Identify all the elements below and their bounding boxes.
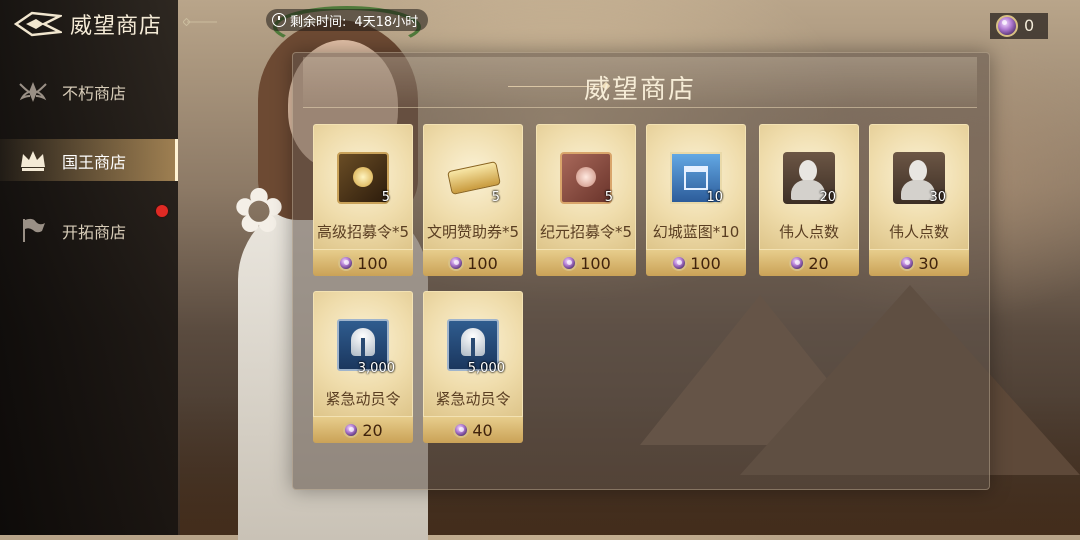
prestige-coin-icon [338,255,355,271]
price-button[interactable]: 30 [869,250,969,276]
prestige-coin-icon [899,255,916,271]
shop-item-card[interactable]: 30 伟人点数 30 [869,124,969,276]
price-button[interactable]: 100 [536,250,636,276]
item-quantity: 20 [819,190,836,205]
price-button[interactable]: 100 [313,250,413,276]
item-name: 纪元招募令*5 [539,223,633,241]
shop-panel: 威望商店 5 高级招募令*5 100 5 文明赞助券*5 100 5 纪元招募令… [292,52,990,490]
back-icon[interactable] [14,10,62,38]
price-value: 100 [580,253,611,273]
timer-value: 4天18小时 [354,14,419,30]
timer-label: 剩余时间: [290,14,347,30]
price-value: 100 [690,253,721,273]
sidebar: 威望商店 不朽商店 国王商店 开拓商店 [0,0,178,535]
price-button[interactable]: 20 [313,417,413,443]
item-quantity: 3,000 [357,361,395,376]
price-value: 20 [362,420,383,440]
item-name: 紧急动员令 [325,390,401,408]
clock-icon [272,13,286,27]
price-value: 30 [918,253,939,273]
sidebar-item-label: 不朽商店 [62,84,127,103]
white-flower: ✿ [233,174,285,247]
item-quantity: 5 [604,190,613,205]
item-name: 高级招募令*5 [316,223,410,241]
item-name: 紧急动员令 [435,390,511,408]
price-value: 20 [808,253,829,273]
price-button[interactable]: 20 [759,250,859,276]
shop-item-card[interactable]: 5 文明赞助券*5 100 [423,124,523,276]
panel-title: 威望商店 [583,75,696,105]
sidebar-item-pioneer-shop[interactable]: 开拓商店 [0,209,178,251]
crown-icon [21,151,45,171]
item-quantity: 5 [381,190,390,205]
shop-item-card[interactable]: 5 高级招募令*5 100 [313,124,413,276]
price-value: 100 [357,253,388,273]
title-divider [183,18,217,26]
page-title: 威望商店 [70,14,163,39]
prestige-coin-icon [453,422,470,438]
item-name: 幻城蓝图*10 [652,223,740,241]
currency-amount: 0 [1024,16,1035,35]
prestige-coin-icon [561,255,578,271]
sidebar-item-label: 开拓商店 [62,223,127,242]
prestige-currency-display[interactable]: 0 [990,13,1048,39]
sidebar-item-immortal-shop[interactable]: 不朽商店 [0,70,178,112]
winged-emblem-icon [19,82,47,102]
item-name: 伟人点数 [778,223,839,241]
item-quantity: 5 [491,190,500,205]
price-button[interactable]: 100 [646,250,746,276]
price-button[interactable]: 40 [423,417,523,443]
prestige-coin-icon [996,15,1018,37]
sidebar-item-king-shop[interactable]: 国王商店 [0,139,178,181]
item-quantity: 30 [929,190,946,205]
remaining-time: 剩余时间: 4天18小时 [266,9,429,31]
shop-item-card[interactable]: 5 纪元招募令*5 100 [536,124,636,276]
price-value: 40 [472,420,493,440]
item-name: 文明赞助券*5 [426,223,520,241]
sidebar-item-label: 国王商店 [62,153,127,172]
notification-badge [156,205,168,217]
prestige-coin-icon [789,255,806,271]
shop-item-card[interactable]: 10 幻城蓝图*10 100 [646,124,746,276]
prestige-coin-icon [671,255,688,271]
price-button[interactable]: 100 [423,250,523,276]
shop-item-card[interactable]: 5,000 紧急动员令 40 [423,291,523,443]
item-name: 伟人点数 [888,223,949,241]
prestige-coin-icon [448,255,465,271]
price-value: 100 [467,253,498,273]
flag-icon [23,218,45,242]
prestige-coin-icon [343,422,360,438]
shop-item-card[interactable]: 20 伟人点数 20 [759,124,859,276]
item-quantity: 10 [706,190,723,205]
panel-header: 威望商店 [303,57,977,108]
item-quantity: 5,000 [467,361,505,376]
shop-item-card[interactable]: 3,000 紧急动员令 20 [313,291,413,443]
